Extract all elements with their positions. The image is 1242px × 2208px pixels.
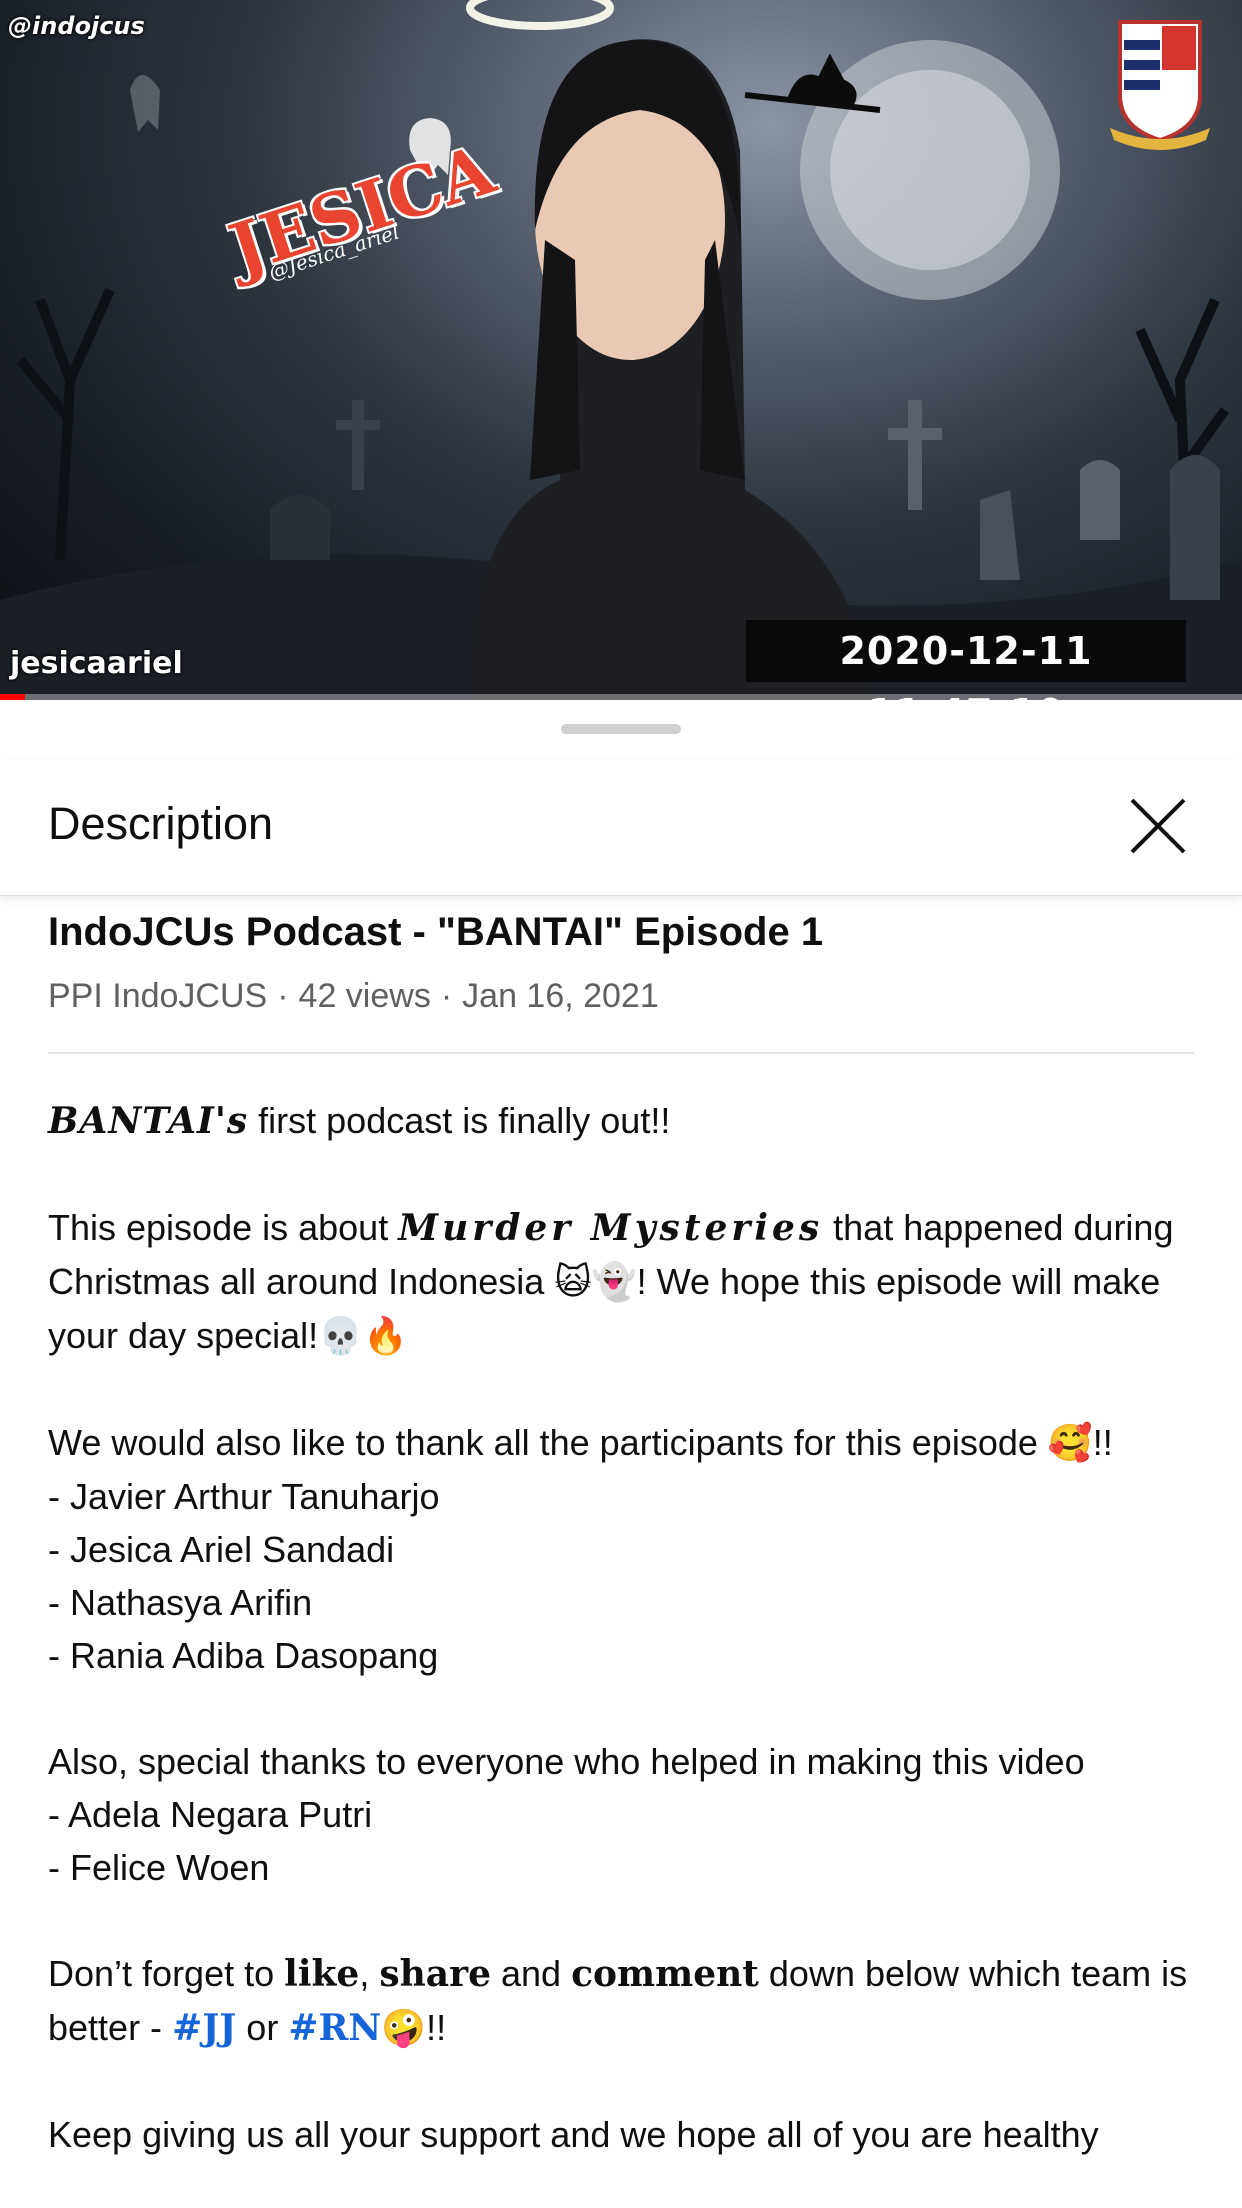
description-text-run: !! bbox=[1092, 1422, 1113, 1463]
meta-separator: · bbox=[440, 977, 453, 1015]
video-frame-illustration bbox=[0, 0, 1242, 700]
list-item: - Nathasya Arifin bbox=[48, 1582, 313, 1623]
list-item: - Rania Adiba Dasopang bbox=[48, 1635, 439, 1676]
fancy-text: like bbox=[284, 1953, 360, 1995]
description-text-run: and bbox=[491, 1953, 572, 1994]
channel-name[interactable]: PPI IndoJCUS bbox=[48, 977, 267, 1015]
list-item: - Adela Negara Putri bbox=[48, 1794, 373, 1835]
fancy-text: share bbox=[379, 1953, 491, 1995]
upload-date: Jan 16, 2021 bbox=[462, 977, 659, 1015]
sheet-drag-handle[interactable] bbox=[561, 724, 681, 734]
fancy-text: comment bbox=[571, 1953, 759, 1995]
description-text-run: Don’t forget to bbox=[48, 1953, 285, 1994]
video-player[interactable]: @indojcus JESICA @Jesica_ariel jesicaari… bbox=[0, 0, 1242, 700]
emoji: 🤪 bbox=[381, 2008, 427, 2049]
sheet-title: Description bbox=[48, 798, 274, 849]
video-metadata: PPI IndoJCUS · 42 views · Jan 16, 2021 bbox=[48, 974, 1198, 1018]
description-text: BANTAI's first podcast is finally out!! … bbox=[48, 1094, 1198, 2161]
channel-watermark: @indojcus bbox=[8, 12, 145, 40]
emoji: 💀🔥 bbox=[318, 1316, 408, 1357]
fancy-text: BANTAI's bbox=[48, 1100, 249, 1142]
participant-username: jesicaariel bbox=[10, 646, 183, 681]
description-text-run: We would also like to thank all the part… bbox=[48, 1422, 1048, 1463]
description-sheet: Description IndoJCUs Podcast - "BANTAI" … bbox=[0, 700, 1242, 2208]
description-text-run: or bbox=[236, 2007, 289, 2048]
recording-timestamp: 2020-12-11 11:47:10 bbox=[746, 620, 1186, 700]
emoji: 🥰 bbox=[1047, 1423, 1093, 1464]
description-paragraph: BANTAI's first podcast is finally out!! bbox=[48, 1094, 1198, 1148]
hashtag-link-jj[interactable]: #JJ bbox=[172, 2007, 236, 2049]
list-item: - Jesica Ariel Sandadi bbox=[48, 1529, 395, 1570]
description-content: IndoJCUs Podcast - "BANTAI" Episode 1 PP… bbox=[48, 906, 1198, 2161]
meta-separator: · bbox=[277, 977, 289, 1015]
fancy-text: Murder Mysteries bbox=[398, 1207, 824, 1249]
close-button[interactable] bbox=[1124, 792, 1192, 860]
description-paragraph: Keep giving us all your support and we h… bbox=[48, 2114, 1099, 2155]
list-item: - Javier Arthur Tanuharjo bbox=[48, 1476, 440, 1517]
description-paragraph: We would also like to thank all the part… bbox=[48, 1416, 1198, 1470]
emoji: 🙀👻 bbox=[554, 1262, 637, 1303]
video-progress-fill bbox=[0, 694, 25, 700]
video-title: IndoJCUs Podcast - "BANTAI" Episode 1 bbox=[48, 910, 824, 954]
view-count: 42 views bbox=[298, 977, 431, 1015]
list-item: - Felice Woen bbox=[48, 1847, 270, 1888]
hashtag-link-rn[interactable]: #RN bbox=[288, 2007, 381, 2049]
description-paragraph: Also, special thanks to everyone who hel… bbox=[48, 1741, 1085, 1782]
description-text-run: !! bbox=[426, 2007, 447, 2048]
description-text-run: first podcast is finally out!! bbox=[248, 1100, 671, 1141]
description-paragraph: Don’t forget to like, share and comment … bbox=[48, 1947, 1198, 2055]
close-icon bbox=[1130, 798, 1186, 854]
description-paragraph: This episode is about Murder Mysteries t… bbox=[48, 1201, 1198, 1363]
sheet-header: Description bbox=[0, 760, 1242, 896]
description-text-run: This episode is about bbox=[48, 1207, 399, 1248]
crest-logo bbox=[1110, 20, 1210, 150]
description-text-run: , bbox=[359, 1953, 380, 1994]
divider bbox=[48, 1052, 1194, 1054]
